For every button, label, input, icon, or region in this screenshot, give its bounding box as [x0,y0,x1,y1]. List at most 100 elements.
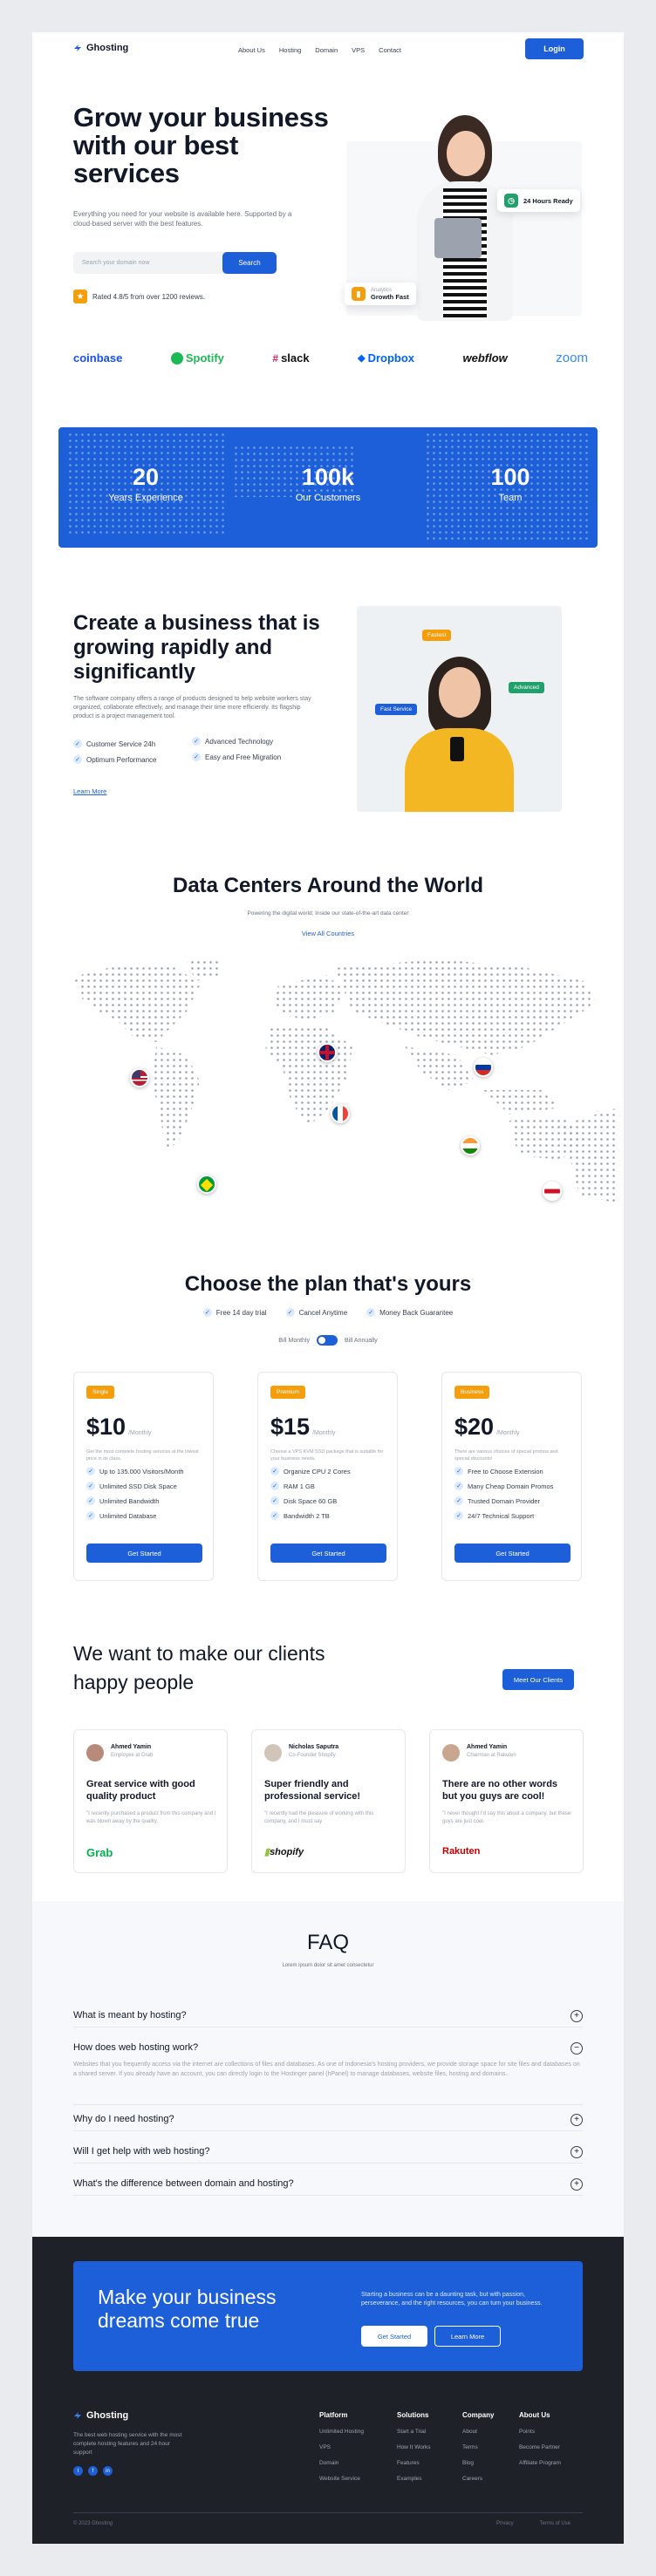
check-icon: ✓ [454,1496,463,1505]
nav-link-hosting[interactable]: Hosting [279,46,301,54]
cta-learn-more-button[interactable]: Learn More [434,2326,501,2347]
nav-links: About Us Hosting Domain VPS Contact [238,46,401,54]
growth-chip: ▮ Analytics Growth Fast [345,283,416,305]
cta-title: Make your business dreams come true [98,2286,277,2332]
slack-logo: # slack [272,351,310,365]
feature-item: ✓ Optimum Performance [73,755,156,764]
meet-clients-button[interactable]: Meet Our Clients [502,1669,574,1690]
cta-banner: Make your business dreams come true Star… [73,2261,583,2371]
plus-icon: + [571,2114,583,2126]
nav-link-domain[interactable]: Domain [315,46,338,54]
testimonial-card: Ahmed Yamin Employee at Grab Great servi… [73,1729,228,1873]
ghost-logo-icon [74,2412,81,2419]
avatar [442,1744,460,1762]
rakuten-logo: Rakuten [442,1846,481,1857]
check-icon: ✓ [202,1308,212,1317]
faq-item[interactable]: What's the difference between domain and… [73,2178,583,2196]
stats-band: 20 Years Experience 100k Our Customers 100… [58,427,598,548]
check-icon: ✓ [86,1467,95,1475]
top-nav: Ghosting About Us Hosting Domain VPS Con… [32,32,624,67]
faq-item[interactable]: Will I get help with web hosting? + [73,2146,583,2164]
check-icon: ✓ [73,739,82,748]
avatar [264,1744,282,1762]
facebook-icon[interactable]: f [88,2466,98,2476]
faq-item-open[interactable]: How does web hosting work? − Websites tha… [73,2042,583,2105]
tag-fastest: Fastest [422,630,452,641]
twitter-icon[interactable]: t [73,2466,83,2476]
datacenters-subtitle: Powering the digital world: Inside our s… [247,910,409,917]
ghost-logo-icon [74,44,81,51]
get-started-button[interactable]: Get Started [86,1544,202,1563]
rating: ★ Rated 4.8/5 from over 1200 reviews. [73,290,205,303]
footer-col-platform: Platform Unlimited Hosting VPS Domain We… [319,2411,364,2482]
toggle-switch[interactable] [317,1335,338,1346]
check-icon: ✓ [270,1511,279,1520]
shopify-logo: ▮shopify [264,1847,304,1857]
avatar [86,1744,104,1762]
check-icon: ✓ [86,1482,95,1490]
faq-answer: Websites that you frequently access via … [73,2061,580,2077]
nav-link-about[interactable]: About Us [238,46,265,54]
check-icon: ✓ [454,1467,463,1475]
coinbase-logo: coinbase [73,351,123,365]
nav-link-contact[interactable]: Contact [379,46,401,54]
usa-flag-icon[interactable] [130,1068,149,1087]
feature-item: ✓ Advanced Technology [192,737,273,746]
footer-col-company: Company About Terms Blog Careers [462,2411,495,2482]
feature-item: ✓ Customer Service 24h [73,739,155,748]
footer-logo[interactable]: Ghosting [73,2410,128,2421]
check-icon: ✓ [86,1496,95,1505]
world-map [73,959,618,1203]
landing-page: Ghosting About Us Hosting Domain VPS Con… [32,32,624,2544]
indonesia-flag-icon[interactable] [543,1182,562,1201]
check-icon: ✓ [192,753,201,761]
stat-team: 100 Team [490,464,530,503]
plus-icon: + [571,2010,583,2022]
logo[interactable]: Ghosting [73,43,128,53]
login-button[interactable]: Login [525,38,584,59]
linkedin-icon[interactable]: in [103,2466,113,2476]
brazil-flag-icon[interactable] [197,1175,216,1194]
russia-flag-icon[interactable] [474,1058,493,1077]
zoom-logo: zoom [556,351,588,365]
billing-toggle: Bill Monthly Bill Annually [32,1335,624,1346]
plus-icon: + [571,2146,583,2158]
spotify-logo: Spotify [170,351,224,365]
hero-subtitle: Everything you need for your website is … [73,210,292,228]
copyright: © 2023 Ghosting [73,2521,113,2526]
learn-more-link[interactable]: Learn More [73,787,106,795]
check-icon: ✓ [454,1511,463,1520]
search-button[interactable]: Search [222,252,277,274]
uk-flag-icon[interactable] [318,1043,337,1062]
minus-icon: − [571,2042,583,2055]
cta-body: Starting a business can be a daunting ta… [361,2292,543,2307]
plan-card-business: Business $20/Monthly There are various c… [441,1372,582,1581]
france-flag-icon[interactable] [331,1104,350,1123]
faq-item[interactable]: Why do I need hosting? + [73,2114,583,2131]
check-icon: ✓ [86,1511,95,1520]
feature-item: ✓ Easy and Free Migration [192,753,281,761]
check-icon: ✓ [285,1308,295,1317]
grow-body: The software company offers a range of p… [73,696,311,719]
india-flag-icon[interactable] [461,1136,480,1155]
check-icon: ✓ [454,1482,463,1490]
testimonials-title: We want to make our clients happy people [73,1642,325,1693]
check-icon: ✓ [366,1308,376,1317]
cta-get-started-button[interactable]: Get Started [361,2326,427,2347]
view-all-countries-link[interactable]: View All Countries [32,930,624,937]
check-icon: ✓ [192,737,201,746]
get-started-button[interactable]: Get Started [270,1544,386,1563]
nav-link-vps[interactable]: VPS [352,46,365,54]
tag-advanced: Advanced [509,682,544,693]
social-links: t f in [73,2466,113,2476]
faq-item[interactable]: What is meant by hosting? + [73,2010,583,2027]
brand-name: Ghosting [86,43,129,53]
check-icon: ✓ [73,755,82,764]
webflow-logo: webflow [462,351,508,365]
check-icon: ✓ [270,1482,279,1490]
footer-divider [73,2512,583,2513]
footer-col-solutions: Solutions Start a Trial How It Works Fea… [397,2411,431,2482]
ready-chip: ◷ 24 Hours Ready [497,189,580,212]
get-started-button[interactable]: Get Started [454,1544,571,1563]
plus-icon: + [571,2178,583,2191]
